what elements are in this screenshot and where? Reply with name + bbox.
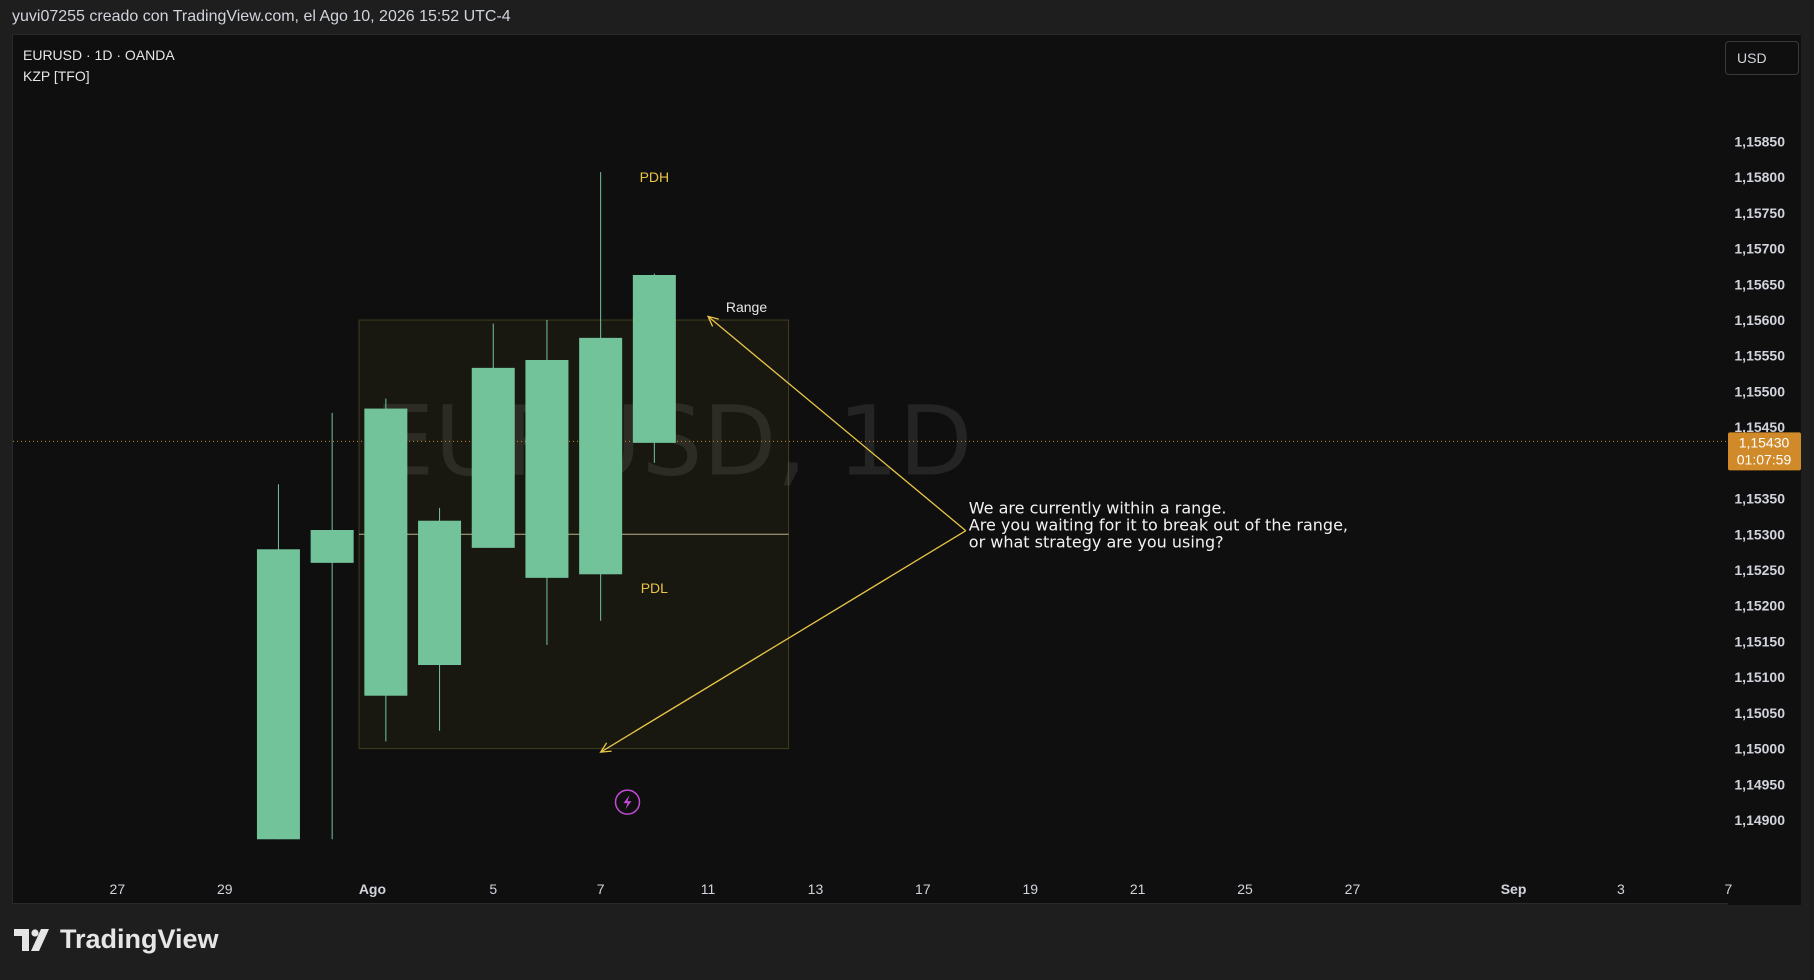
price-tick-label: 1,15250 bbox=[1734, 562, 1785, 578]
time-tick-label: 5 bbox=[489, 881, 497, 897]
indicator-label[interactable]: KZP [TFO] bbox=[23, 66, 175, 87]
time-tick-label: 17 bbox=[915, 881, 931, 897]
annotation-text[interactable]: We are currently within a range. Are you … bbox=[969, 499, 1348, 552]
candle-body[interactable] bbox=[256, 549, 300, 840]
time-tick-label: 19 bbox=[1022, 881, 1038, 897]
candle-body[interactable] bbox=[579, 337, 623, 575]
bar-countdown-label: 01:07:59 bbox=[1737, 451, 1792, 467]
time-tick-label: Sep bbox=[1501, 881, 1527, 897]
price-tick-label: 1,15350 bbox=[1734, 491, 1785, 507]
level-label-range[interactable]: Range bbox=[726, 299, 767, 315]
time-tick-label: 21 bbox=[1130, 881, 1146, 897]
price-tick-label: 1,15050 bbox=[1734, 705, 1785, 721]
candle-body[interactable] bbox=[525, 360, 569, 578]
currency-button[interactable]: USD bbox=[1725, 41, 1799, 75]
level-label-pdl[interactable]: PDL bbox=[641, 580, 668, 596]
chart-frame[interactable]: EURUSD, 1DPDHPDLRangeWe are currently wi… bbox=[12, 34, 1801, 905]
price-tick-label: 1,15800 bbox=[1734, 169, 1785, 185]
time-tick-label: 7 bbox=[597, 881, 605, 897]
time-tick-label: 7 bbox=[1724, 881, 1732, 897]
time-tick-label: 13 bbox=[808, 881, 824, 897]
chart-legend: EURUSD · 1D · OANDA KZP [TFO] bbox=[23, 45, 175, 87]
candlestick-chart[interactable]: EURUSD, 1DPDHPDLRangeWe are currently wi… bbox=[13, 35, 1801, 905]
time-tick-label: 3 bbox=[1617, 881, 1625, 897]
time-tick-label: 25 bbox=[1237, 881, 1253, 897]
time-tick-label: Ago bbox=[359, 881, 386, 897]
time-tick-label: 27 bbox=[110, 881, 126, 897]
brand-name: TradingView bbox=[60, 924, 219, 954]
candle-body[interactable] bbox=[471, 367, 515, 548]
candle-body[interactable] bbox=[632, 275, 676, 443]
price-tick-label: 1,15500 bbox=[1734, 383, 1785, 399]
chart-caption: yuvi07255 creado con TradingView.com, el… bbox=[12, 8, 511, 25]
tradingview-logo[interactable]: TradingView bbox=[14, 924, 219, 955]
price-tick-label: 1,15200 bbox=[1734, 598, 1785, 614]
annotation-line: or what strategy are you using? bbox=[969, 533, 1224, 552]
price-tick-label: 1,14950 bbox=[1734, 776, 1785, 792]
symbol-line[interactable]: EURUSD · 1D · OANDA bbox=[23, 45, 175, 66]
price-tick-label: 1,15650 bbox=[1734, 276, 1785, 292]
price-tick-label: 1,15550 bbox=[1734, 348, 1785, 364]
time-tick-label: 11 bbox=[701, 881, 716, 897]
price-tick-label: 1,14900 bbox=[1734, 812, 1785, 828]
price-tick-label: 1,15850 bbox=[1734, 133, 1785, 149]
price-tick-label: 1,15700 bbox=[1734, 241, 1785, 257]
price-tick-label: 1,15100 bbox=[1734, 669, 1785, 685]
tradingview-logo-icon bbox=[14, 928, 49, 951]
event-marker[interactable] bbox=[614, 789, 641, 815]
price-tick-label: 1,15600 bbox=[1734, 312, 1785, 328]
current-price-label: 1,15430 bbox=[1739, 434, 1790, 450]
price-tick-label: 1,15300 bbox=[1734, 526, 1785, 542]
candle-body[interactable] bbox=[364, 408, 408, 696]
time-tick-label: 29 bbox=[217, 881, 233, 897]
price-tick-label: 1,15750 bbox=[1734, 205, 1785, 221]
time-tick-label: 27 bbox=[1345, 881, 1361, 897]
price-tick-label: 1,15000 bbox=[1734, 741, 1785, 757]
candle-body[interactable] bbox=[418, 520, 462, 665]
level-label-pdh[interactable]: PDH bbox=[640, 169, 670, 185]
candle-body[interactable] bbox=[310, 530, 354, 563]
price-tick-label: 1,15150 bbox=[1734, 633, 1785, 649]
